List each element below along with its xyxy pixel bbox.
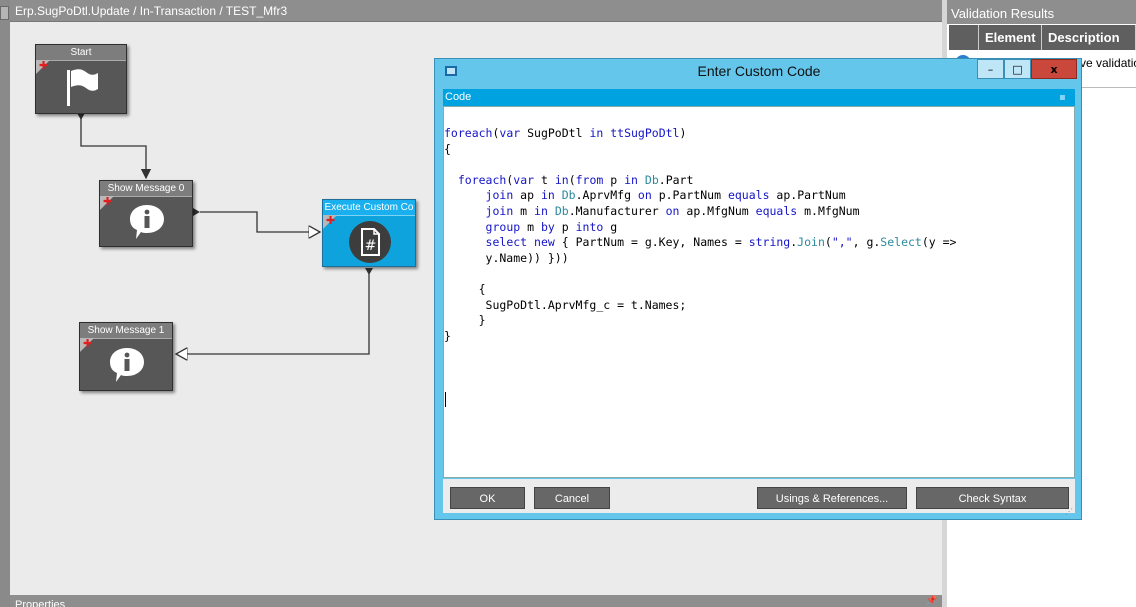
connector-msg0-out-port	[193, 208, 200, 216]
connector-exec-to-msg1	[176, 270, 370, 354]
node-add-icon[interactable]: ✚	[103, 196, 112, 208]
validation-col-description[interactable]: Description	[1042, 25, 1136, 50]
connector-exec-out-port	[365, 268, 373, 275]
flag-icon	[67, 69, 98, 106]
pin-icon[interactable]: ▪	[1059, 89, 1066, 106]
node-show-message-1[interactable]: Show Message 1 ✚	[79, 322, 173, 391]
node-start[interactable]: Start ✚	[35, 44, 127, 114]
validation-panel-title: Validation Results	[947, 0, 1136, 24]
connector-msg0-to-exec	[200, 211, 320, 232]
maximize-button[interactable]: □	[1004, 59, 1031, 79]
resize-grip-icon[interactable]: ⋰	[1065, 507, 1075, 517]
node-add-icon[interactable]: ✚	[83, 338, 92, 350]
node-execute-custom-code[interactable]: Execute Custom Co ✚ #	[322, 199, 416, 267]
usings-references-button[interactable]: Usings & References...	[757, 487, 907, 509]
svg-text:#: #	[365, 238, 377, 254]
pin-icon[interactable]: 📌	[926, 596, 937, 607]
validation-col-element[interactable]: Element	[979, 25, 1042, 50]
info-bubble-icon	[130, 205, 164, 239]
validation-row-description: ve validatio	[1080, 56, 1136, 70]
cancel-button[interactable]: Cancel	[534, 487, 610, 509]
node-start-title: Start	[36, 45, 126, 61]
node-show-message-0-title: Show Message 0	[100, 181, 192, 197]
info-bubble-icon	[110, 348, 144, 382]
code-file-icon: #	[349, 221, 391, 263]
validation-col-status[interactable]	[949, 25, 979, 50]
node-add-icon[interactable]: ✚	[326, 215, 335, 227]
close-button[interactable]: x	[1031, 59, 1077, 79]
check-syntax-button[interactable]: Check Syntax	[916, 487, 1069, 509]
connector-start-out-port	[77, 113, 85, 120]
node-execute-custom-code-title: Execute Custom Co	[323, 200, 415, 216]
code-editor[interactable]: foreach(var SugPoDtl in ttSugPoDtl) { fo…	[443, 106, 1075, 478]
ok-button[interactable]: OK	[450, 487, 525, 509]
custom-code-dialog: Enter Custom Code – □ x Code ▪ foreach(v…	[434, 58, 1082, 520]
properties-panel-header[interactable]: Properties	[10, 595, 942, 607]
minimize-button[interactable]: –	[977, 59, 1004, 79]
node-add-icon[interactable]: ✚	[39, 60, 48, 72]
code-panel-header: Code	[443, 89, 1075, 106]
node-show-message-1-title: Show Message 1	[80, 323, 172, 339]
node-show-message-0[interactable]: Show Message 0 ✚	[99, 180, 193, 247]
code-text[interactable]: foreach(var SugPoDtl in ttSugPoDtl) { fo…	[444, 126, 956, 344]
text-caret	[445, 392, 446, 407]
connector-start-to-msg0	[80, 117, 152, 180]
